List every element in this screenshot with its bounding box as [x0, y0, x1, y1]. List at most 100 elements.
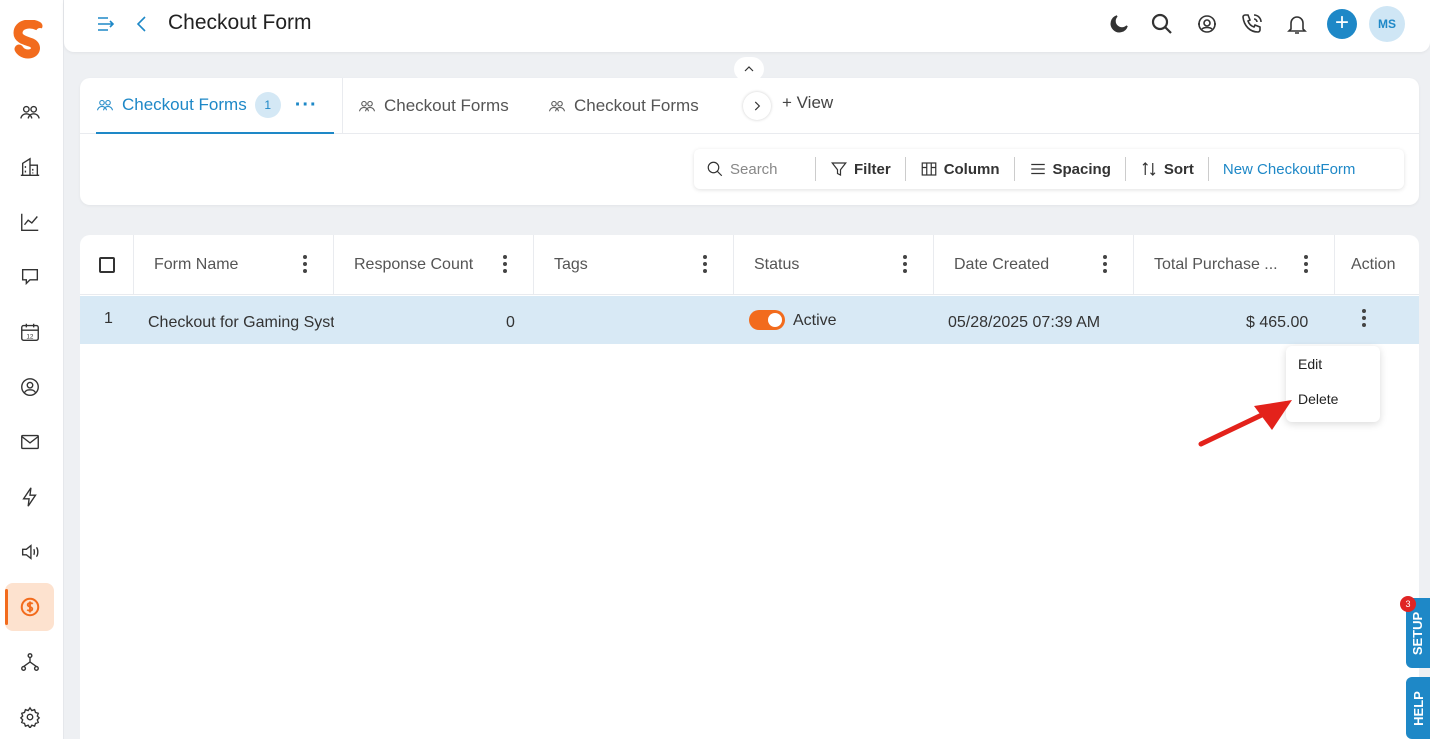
search-placeholder: Search	[730, 160, 778, 178]
add-view-button[interactable]: + View	[782, 93, 833, 113]
total-purchase-cell: $ 465.00	[1246, 314, 1309, 331]
sidebar-item-automation[interactable]	[5, 473, 54, 521]
select-all-checkbox[interactable]	[99, 257, 115, 273]
lightning-icon	[21, 487, 37, 507]
column-header-label: Date Created	[954, 256, 1050, 273]
tab-checkout-forms-3[interactable]: Checkout Forms	[548, 78, 699, 134]
sidebar-item-profile[interactable]	[5, 363, 54, 411]
page-title: Checkout Form	[168, 11, 312, 34]
column-menu-button[interactable]	[1103, 255, 1107, 273]
menu-expand-icon	[98, 17, 115, 31]
help-tab-label: HELP	[1410, 690, 1426, 726]
delete-menu-item[interactable]: Delete	[1298, 391, 1338, 407]
chat-icon	[21, 268, 38, 286]
users-icon	[358, 100, 376, 112]
chart-line-icon	[20, 213, 38, 231]
spacing-label: Spacing	[1052, 160, 1111, 178]
column-menu-button[interactable]	[1304, 255, 1308, 273]
column-header-label: Tags	[554, 256, 588, 273]
column-header-status[interactable]: Status	[734, 235, 934, 295]
status-toggle[interactable]	[749, 310, 785, 330]
filter-button[interactable]: Filter	[816, 157, 906, 181]
new-checkout-form-button[interactable]: New CheckoutForm	[1209, 157, 1370, 181]
column-header-tags[interactable]: Tags	[534, 235, 734, 295]
tab-checkout-forms-2[interactable]: Checkout Forms	[358, 78, 509, 134]
back-button[interactable]	[128, 10, 156, 38]
column-header-response-count[interactable]: Response Count	[334, 235, 534, 295]
tab-checkout-forms-1[interactable]: Checkout Forms 1 ···	[96, 78, 334, 134]
help-tab[interactable]: HELP	[1406, 677, 1430, 739]
users-icon	[19, 105, 40, 119]
sidebar-item-payments[interactable]	[5, 583, 54, 631]
column-menu-button[interactable]	[503, 255, 507, 273]
create-new-button[interactable]: +	[1327, 9, 1357, 39]
setup-badge: 3	[1400, 596, 1416, 612]
column-menu-button[interactable]	[303, 255, 307, 273]
date-created-cell: 05/28/2025 07:39 AM	[948, 314, 1101, 331]
call-button[interactable]	[1238, 10, 1266, 38]
sidebar-item-companies[interactable]	[5, 143, 54, 191]
column-header-total-purchase[interactable]: Total Purchase ...	[1134, 235, 1335, 295]
app-logo[interactable]	[8, 20, 52, 64]
tab-options-button[interactable]: ···	[295, 95, 318, 115]
tab-count-badge: 1	[254, 92, 281, 118]
edit-menu-item[interactable]: Edit	[1298, 356, 1322, 372]
table-header: Form Name Response Count Tags Status Dat…	[80, 235, 1419, 295]
search-button[interactable]	[1148, 10, 1176, 38]
sort-button[interactable]: Sort	[1126, 157, 1209, 181]
sort-icon	[1142, 162, 1156, 176]
column-button[interactable]: Column	[906, 157, 1015, 181]
sidebar-item-settings[interactable]	[5, 693, 54, 739]
column-header-date-created[interactable]: Date Created	[934, 235, 1134, 295]
menu-toggle-button[interactable]	[92, 10, 120, 38]
sidebar-item-messages[interactable]	[5, 253, 54, 301]
hierarchy-icon	[20, 653, 39, 671]
support-button[interactable]	[1193, 10, 1221, 38]
notifications-button[interactable]	[1283, 10, 1311, 38]
checkout-forms-table: Form Name Response Count Tags Status Dat…	[80, 235, 1419, 739]
response-count-cell: 0	[506, 314, 515, 331]
table-row[interactable]: 1 Checkout for Gaming Syst 0 Active 05/2…	[80, 296, 1419, 344]
avatar[interactable]: MS	[1369, 6, 1405, 42]
column-header-form-name[interactable]: Form Name	[134, 235, 334, 295]
filter-label: Filter	[854, 160, 891, 178]
sidebar-item-campaigns[interactable]	[5, 528, 54, 576]
column-header-label: Action	[1351, 256, 1396, 273]
sidebar-item-analytics[interactable]	[5, 198, 54, 246]
setup-tab-label: SETUP	[1410, 611, 1426, 655]
svg-text:12: 12	[26, 333, 34, 340]
sidebar-item-contacts[interactable]	[5, 88, 54, 136]
sidebar: 12	[0, 0, 64, 739]
sidebar-item-mail[interactable]	[5, 418, 54, 466]
spacing-button[interactable]: Spacing	[1015, 157, 1126, 181]
chevron-left-icon	[136, 16, 146, 32]
tabs-scroll-right-button[interactable]	[743, 92, 771, 120]
sidebar-item-workflows[interactable]	[5, 638, 54, 686]
sidebar-item-calendar[interactable]: 12	[5, 308, 54, 356]
gear-icon	[19, 706, 40, 728]
dark-mode-button[interactable]	[1105, 10, 1133, 38]
tab-divider	[342, 78, 343, 134]
row-action-menu-button[interactable]	[1362, 309, 1366, 329]
chevron-right-icon	[754, 101, 761, 111]
spacing-icon	[1030, 163, 1045, 175]
search-input[interactable]: Search	[694, 157, 816, 181]
red-annotation-arrow	[1198, 400, 1292, 447]
column-menu-button[interactable]	[903, 255, 907, 273]
column-header-label: Form Name	[154, 256, 239, 273]
collapse-header-button[interactable]	[734, 57, 764, 81]
column-header-action: Action	[1335, 235, 1419, 295]
users-icon	[548, 100, 566, 112]
column-menu-button[interactable]	[703, 255, 707, 273]
tab-label: Checkout Forms	[574, 96, 699, 115]
search-icon	[1151, 13, 1172, 34]
users-icon	[96, 99, 114, 111]
form-name-cell[interactable]: Checkout for Gaming Syst	[148, 314, 334, 332]
row-action-menu: Edit Delete	[1286, 346, 1380, 422]
bell-icon	[1287, 16, 1307, 34]
mail-icon	[20, 434, 39, 450]
building-icon	[20, 157, 39, 176]
row-index: 1	[104, 310, 113, 327]
column-header-label: Total Purchase ...	[1154, 256, 1278, 273]
search-icon	[707, 161, 723, 177]
